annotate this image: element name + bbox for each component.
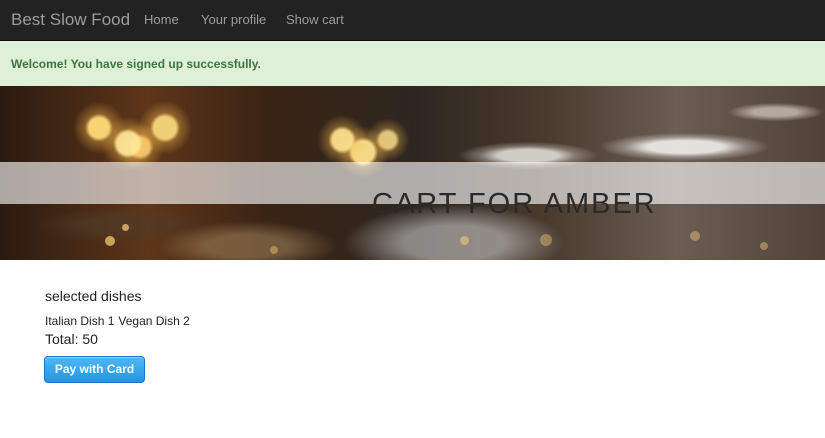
total-value: 50 <box>82 331 98 347</box>
selected-dishes-list: Italian Dish 1 Vegan Dish 2 <box>45 315 190 328</box>
page-title: CART FOR AMBER <box>372 188 657 221</box>
nav-profile-link[interactable]: Your profile <box>201 13 266 27</box>
alert-message: Welcome! You have signed up successfully… <box>11 57 261 71</box>
selected-dishes-heading: selected dishes <box>45 288 142 304</box>
list-item: Italian Dish 1 <box>45 314 115 328</box>
top-navbar: Best Slow Food Home Your profile Show ca… <box>0 0 825 41</box>
list-item: Vegan Dish 2 <box>118 314 190 328</box>
cart-total: Total: 50 <box>45 332 98 347</box>
nav-show-cart-link[interactable]: Show cart <box>286 13 344 27</box>
brand-link[interactable]: Best Slow Food <box>11 11 130 29</box>
nav-home-link[interactable]: Home <box>144 13 179 27</box>
hero-banner-image: CART FOR AMBER <box>0 86 825 260</box>
total-label: Total: <box>45 331 79 347</box>
success-alert: Welcome! You have signed up successfully… <box>0 41 825 86</box>
pay-with-card-button[interactable]: Pay with Card <box>44 356 145 383</box>
